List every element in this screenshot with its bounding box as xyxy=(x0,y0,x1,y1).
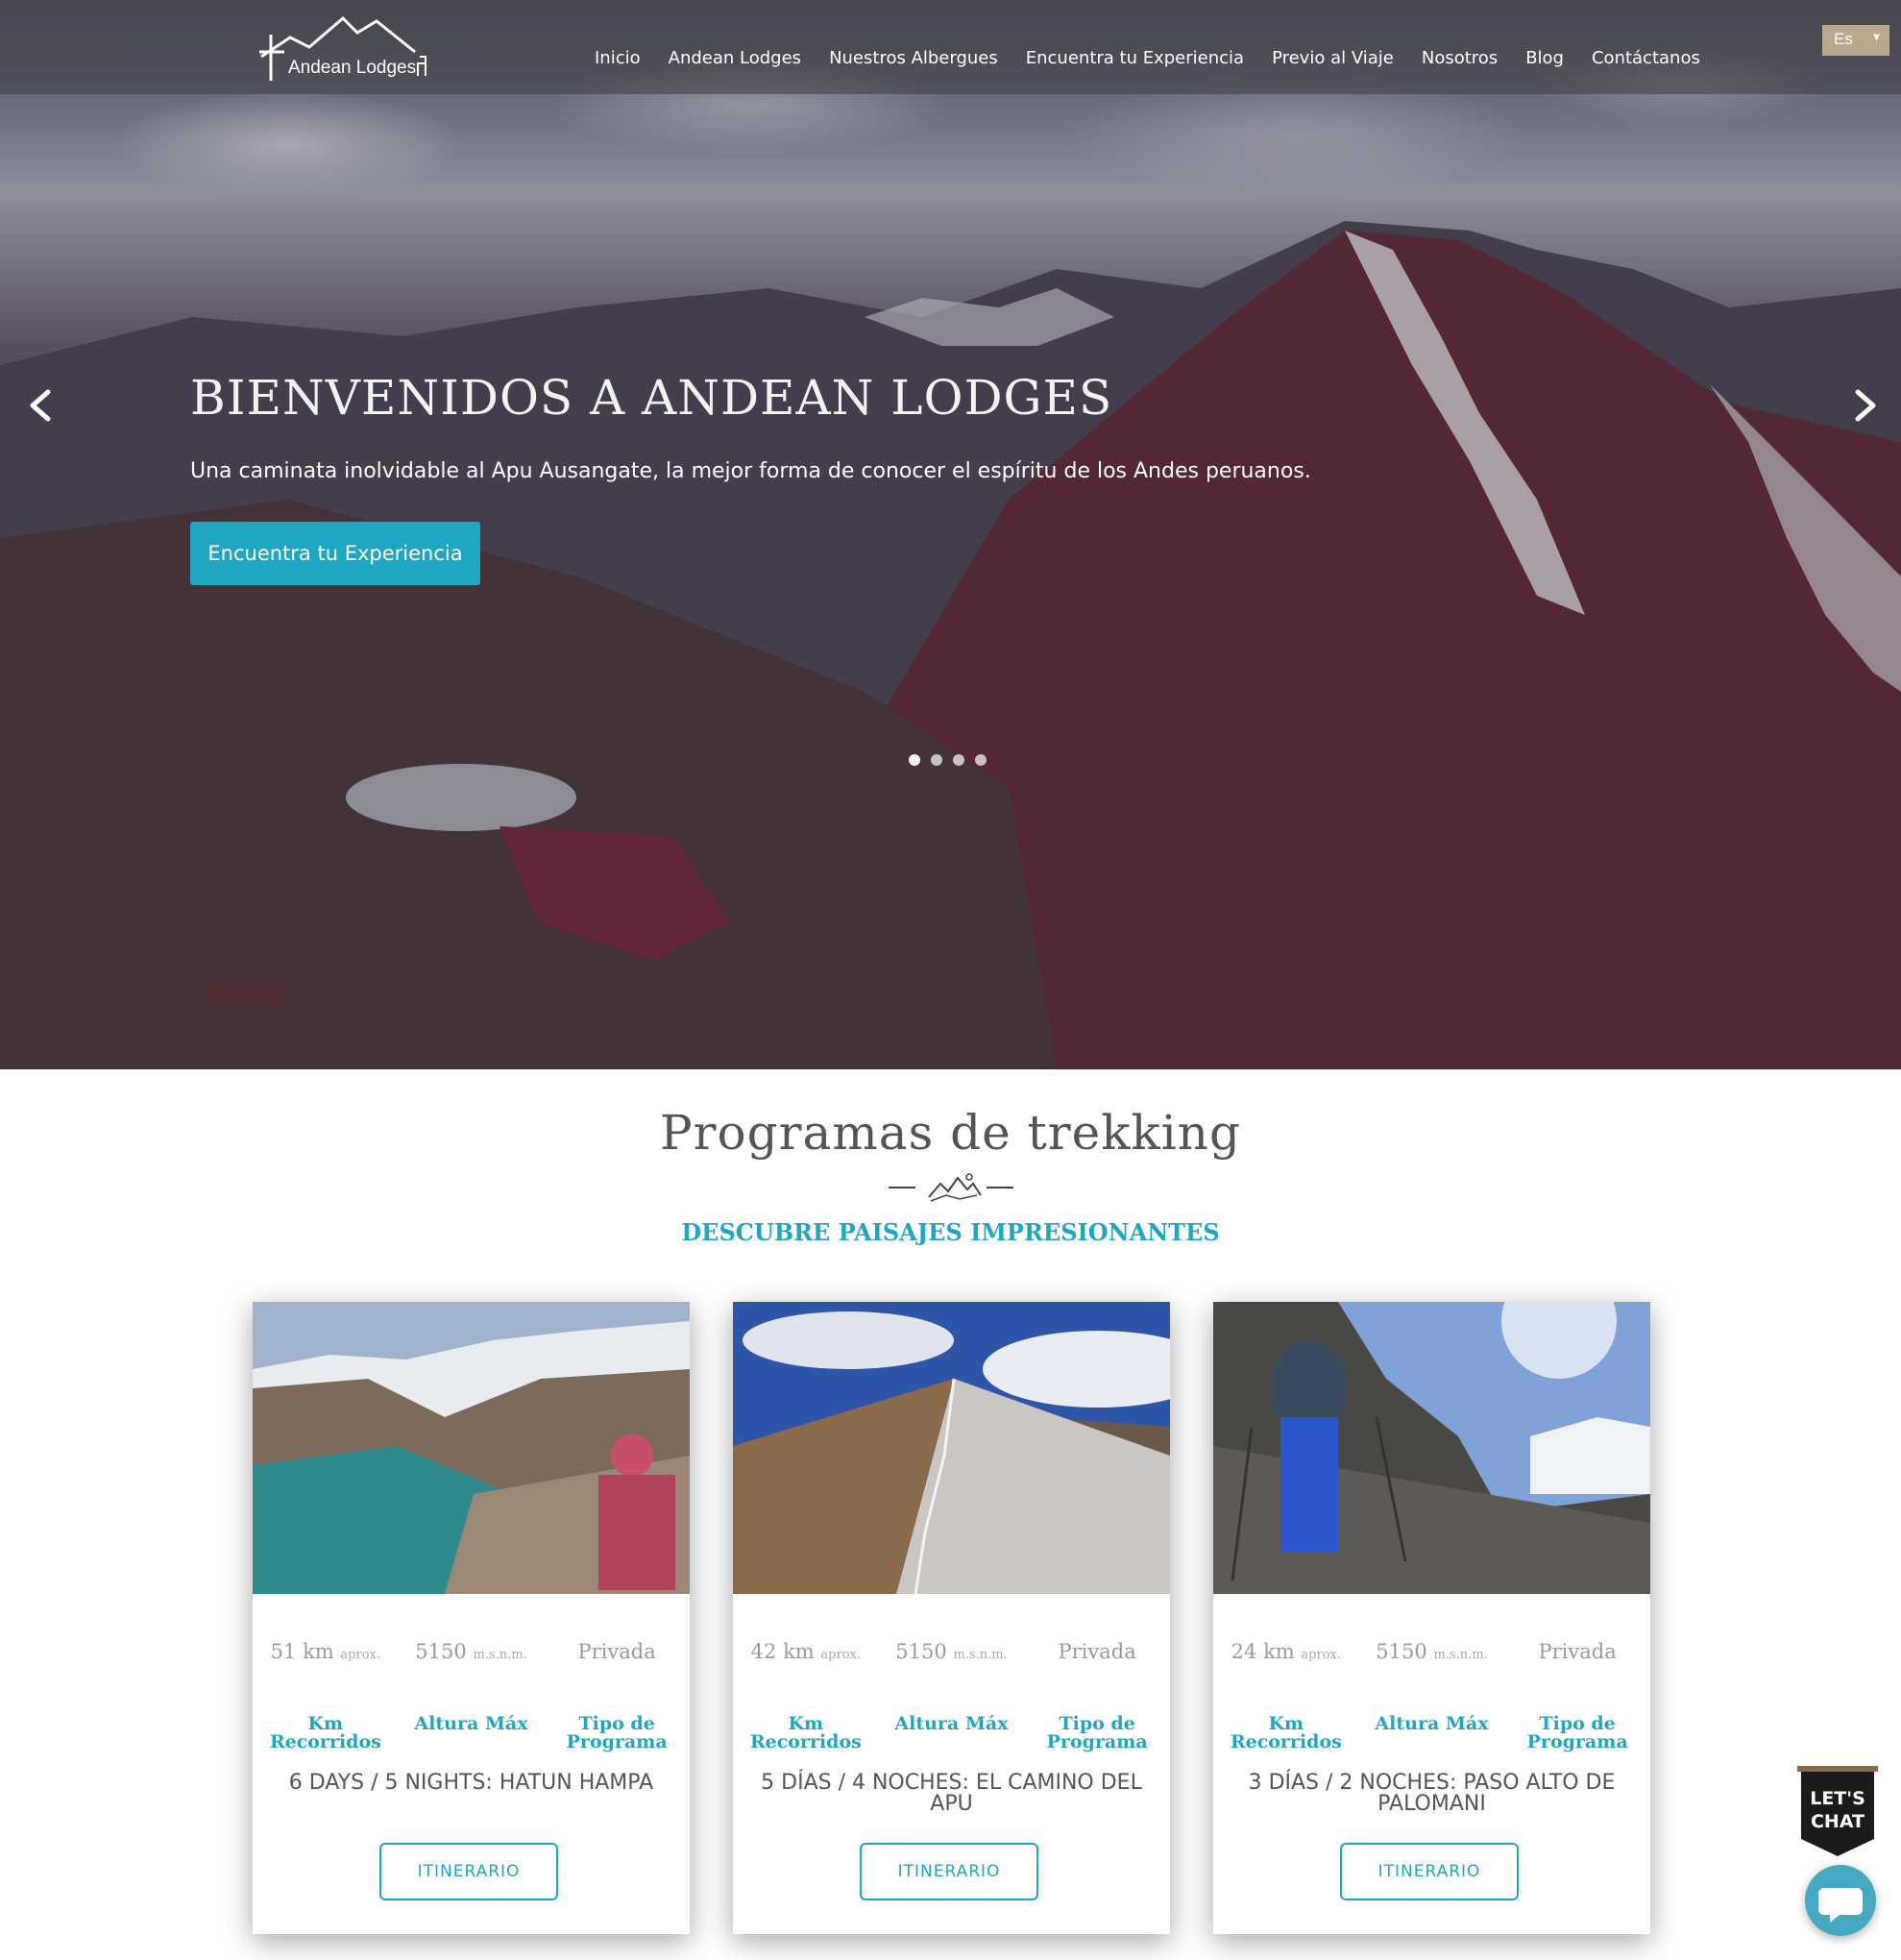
label-altitude: Altura Máx xyxy=(894,1713,1009,1734)
trek-photo-paso-palomani[interactable] xyxy=(1213,1302,1650,1594)
trek-photo-camino-del-apu[interactable] xyxy=(733,1302,1170,1594)
main-nav: Inicio Andean Lodges Nuestros Albergues … xyxy=(595,48,1728,68)
hero-cta-button[interactable]: Encuentra tu Experiencia xyxy=(190,522,480,585)
lets-chat-badge[interactable]: LET'S CHAT xyxy=(1797,1766,1878,1858)
slider-dot-1[interactable] xyxy=(909,754,920,766)
itinerary-button[interactable]: ITINERARIO xyxy=(860,1843,1038,1900)
trek-title: 6 DAYS / 5 NIGHTS: HATUN HAMPA xyxy=(288,1771,654,1795)
section-subtitle: DESCUBRE PAISAJES IMPRESIONANTES xyxy=(681,1218,1220,1246)
hero-title: BIENVENIDOS A ANDEAN LODGES xyxy=(190,370,1113,426)
trek-card: 24 km aprox. 5150 m.s.n.m. Privada Km Re… xyxy=(1213,1302,1650,1934)
nav-contactanos[interactable]: Contáctanos xyxy=(1592,48,1700,68)
label-altitude: Altura Máx xyxy=(414,1713,528,1734)
slider-dot-2[interactable] xyxy=(931,754,942,766)
itinerary-button[interactable]: ITINERARIO xyxy=(379,1843,558,1900)
chevron-left-icon[interactable] xyxy=(21,384,60,427)
trek-card: 51 km aprox. 5150 m.s.n.m. Privada Km Re… xyxy=(253,1302,690,1934)
stat-type: Privada xyxy=(1538,1640,1617,1663)
label-km: Km Recorridos xyxy=(1230,1713,1342,1752)
nav-nosotros[interactable]: Nosotros xyxy=(1422,48,1498,68)
trek-stat-labels: Km Recorridos Altura Máx Tipo de Program… xyxy=(253,1715,690,1752)
nav-blog[interactable]: Blog xyxy=(1525,48,1564,68)
mountains-icon xyxy=(889,1173,1013,1202)
nav-nuestros-albergues[interactable]: Nuestros Albergues xyxy=(829,48,998,68)
label-type: Tipo de Programa xyxy=(1526,1713,1628,1752)
trek-stats: 42 km aprox. 5150 m.s.n.m. Privada xyxy=(733,1640,1170,1663)
trek-stats: 51 km aprox. 5150 m.s.n.m. Privada xyxy=(253,1640,690,1663)
trek-stat-labels: Km Recorridos Altura Máx Tipo de Program… xyxy=(733,1715,1170,1752)
nav-andean-lodges[interactable]: Andean Lodges xyxy=(669,48,801,68)
language-value: Es xyxy=(1834,30,1853,48)
label-type: Tipo de Programa xyxy=(566,1713,668,1752)
stat-type: Privada xyxy=(1058,1640,1136,1663)
label-type: Tipo de Programa xyxy=(1046,1713,1148,1752)
hero-subtitle: Una caminata inolvidable al Apu Ausangat… xyxy=(190,459,1311,483)
trek-title: 3 DÍAS / 2 NOCHES: PASO ALTO DE PALOMANI xyxy=(1248,1771,1616,1816)
trek-card: 42 km aprox. 5150 m.s.n.m. Privada Km Re… xyxy=(733,1302,1170,1934)
stat-km: 42 km aprox. xyxy=(750,1640,861,1663)
logo-text: Andean Lodges xyxy=(288,58,417,78)
itinerary-button[interactable]: ITINERARIO xyxy=(1340,1843,1519,1900)
chevron-right-icon[interactable] xyxy=(1846,384,1885,427)
chat-bubble-icon xyxy=(1818,1888,1863,1923)
language-selector[interactable]: Es ▼ xyxy=(1822,25,1889,56)
top-navbar: Andean Lodges Inicio Andean Lodges Nuest… xyxy=(0,0,1901,94)
chat-badge-line1: LET'S xyxy=(1810,1788,1865,1809)
nav-previo-viaje[interactable]: Previo al Viaje xyxy=(1272,48,1394,68)
slider-dot-4[interactable] xyxy=(975,754,987,766)
stat-altitude: 5150 m.s.n.m. xyxy=(1376,1640,1488,1663)
stat-type: Privada xyxy=(577,1640,656,1663)
stat-altitude: 5150 m.s.n.m. xyxy=(895,1640,1008,1663)
caret-down-icon: ▼ xyxy=(1871,32,1882,43)
stat-km: 51 km aprox. xyxy=(270,1640,380,1663)
label-km: Km Recorridos xyxy=(749,1713,862,1752)
slider-dots xyxy=(909,754,987,766)
trek-photo-hatun-hampa[interactable] xyxy=(253,1302,690,1594)
slider-dot-3[interactable] xyxy=(953,754,964,766)
trek-stats: 24 km aprox. 5150 m.s.n.m. Privada xyxy=(1213,1640,1650,1663)
label-altitude: Altura Máx xyxy=(1375,1713,1489,1734)
nav-encuentra-experiencia[interactable]: Encuentra tu Experiencia xyxy=(1026,48,1244,68)
chat-launcher-button[interactable] xyxy=(1805,1865,1876,1936)
nav-inicio[interactable]: Inicio xyxy=(595,48,641,68)
stat-km: 24 km aprox. xyxy=(1231,1640,1341,1663)
label-km: Km Recorridos xyxy=(269,1713,381,1752)
trek-stat-labels: Km Recorridos Altura Máx Tipo de Program… xyxy=(1213,1715,1650,1752)
chat-badge-line2: CHAT xyxy=(1811,1811,1864,1832)
stat-altitude: 5150 m.s.n.m. xyxy=(415,1640,527,1663)
trek-title: 5 DÍAS / 4 NOCHES: EL CAMINO DEL APU xyxy=(761,1771,1142,1816)
section-title: Programas de trekking xyxy=(659,1105,1241,1161)
